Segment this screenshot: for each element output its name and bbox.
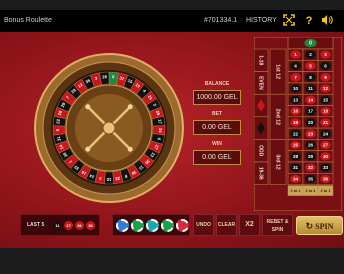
betting-board[interactable]: 01 2 34 5 67 8 910 11 1213 14 1516 17 1819 20 2122 23 24… — [254, 37, 342, 211]
wheel-number: 10 — [106, 177, 111, 182]
number-label: 34 — [293, 176, 299, 181]
number-label: 27 — [323, 143, 329, 148]
game-title: Bonus Roulette — [4, 17, 52, 24]
double-bet-button[interactable]: X2 — [239, 214, 260, 236]
number-label: 36 — [323, 176, 329, 181]
bet-label: BET — [212, 111, 222, 117]
column-bet-label: 2 to 1 — [291, 189, 301, 193]
number-label: 5 — [309, 63, 312, 68]
number-label: 7 — [294, 75, 297, 80]
dozen-bet-label: 1st 12 — [275, 64, 281, 79]
outside-bet-label: ODD — [258, 145, 264, 157]
fullscreen-icon[interactable] — [282, 14, 296, 28]
rebet-spin-button[interactable]: REBET & SPIN — [262, 214, 293, 236]
round-id: #701334.1 — [204, 17, 238, 24]
last-result: 11 — [53, 221, 62, 230]
number-label: 8 — [309, 75, 312, 80]
column-bet-label: 2 to 1 — [306, 189, 316, 193]
number-label: 16 — [293, 109, 299, 114]
number-label: 22 — [293, 131, 299, 136]
number-label: 26 — [308, 143, 314, 148]
number-label: 24 — [323, 131, 329, 136]
balance-label: BALANCE — [204, 81, 230, 87]
number-label: 17 — [308, 109, 314, 114]
number-label: 6 — [324, 63, 327, 68]
wheel-hub — [102, 121, 116, 135]
chip[interactable] — [176, 219, 189, 232]
column-bet-label: 2 to 1 — [321, 189, 331, 193]
number-label: 15 — [323, 97, 329, 102]
number-label: 20 — [308, 120, 314, 125]
outside-bet-label: EVEN — [258, 76, 264, 90]
number-label: 31 — [293, 165, 299, 170]
number-label: 10 — [293, 86, 299, 91]
spin-button[interactable]: ↻ SPIN — [296, 216, 343, 235]
dozen-bet-label: 3rd 12 — [275, 154, 281, 169]
zero-number: 0 — [309, 41, 312, 47]
last-results-panel: LAST 5 11 27 36 36 — [20, 214, 100, 236]
wheel-turret-knob — [127, 104, 133, 110]
last-results-label: LAST 5 — [27, 222, 45, 228]
last-result: 27 — [64, 221, 73, 230]
number-label: 25 — [293, 143, 299, 148]
number-label: 14 — [308, 97, 314, 102]
roulette-wheel: 0 32 1519421225173462713361130823105241633… — [34, 53, 184, 203]
wheel-turret-knob — [85, 146, 91, 152]
last-result: 36 — [86, 221, 95, 230]
sound-icon[interactable] — [320, 14, 334, 28]
balance-value: 1000.00 GEL — [193, 90, 241, 105]
dozen-bet-label: 2nd 12 — [275, 109, 281, 126]
number-label: 35 — [308, 176, 314, 181]
number-label: 11 — [308, 86, 313, 91]
spin-icon: ↻ — [305, 221, 314, 231]
number-label: 2 — [309, 52, 312, 57]
wheel-turret-knob — [127, 146, 133, 152]
wheel-turret-knob — [85, 104, 91, 110]
number-label: 4 — [294, 63, 297, 68]
number-label: 1 — [294, 52, 297, 57]
undo-button[interactable]: UNDO — [193, 214, 214, 236]
number-label: 29 — [308, 154, 314, 159]
history-button[interactable]: HISTORY — [246, 17, 277, 24]
number-label: 13 — [293, 97, 299, 102]
outside-bet-label: 19-36 — [258, 167, 264, 180]
number-label: 32 — [308, 165, 314, 170]
top-bar: Bonus Roulette #701334.1 HISTORY ? — [0, 10, 344, 32]
number-label: 30 — [323, 154, 329, 159]
win-label: WIN — [212, 141, 222, 147]
bet-value: 0.00 GEL — [193, 120, 241, 135]
number-label: 9 — [324, 75, 327, 80]
chip[interactable] — [161, 219, 174, 232]
number-label: 18 — [323, 109, 329, 114]
number-label: 21 — [323, 120, 329, 125]
number-label: 3 — [324, 52, 327, 57]
win-value: 0.00 GEL — [193, 150, 241, 165]
wheel-number: 34 — [158, 128, 163, 134]
chip[interactable] — [131, 219, 144, 232]
help-icon[interactable]: ? — [302, 14, 316, 28]
spin-label: SPIN — [315, 222, 334, 231]
number-label: 12 — [323, 86, 329, 91]
last-result: 36 — [75, 221, 84, 230]
chip[interactable] — [116, 219, 129, 232]
chip-selector — [112, 214, 190, 236]
number-label: 19 — [293, 120, 299, 125]
bottom-strip — [0, 248, 344, 274]
number-label: 28 — [293, 154, 299, 159]
number-label: 23 — [308, 131, 314, 136]
outside-bet-label: 1-18 — [258, 55, 264, 65]
clear-button[interactable]: CLEAR — [216, 214, 237, 236]
roulette-app: Bonus Roulette #701334.1 HISTORY ? 0 32 15… — [0, 0, 344, 274]
chip[interactable] — [146, 219, 159, 232]
number-label: 33 — [323, 165, 329, 170]
